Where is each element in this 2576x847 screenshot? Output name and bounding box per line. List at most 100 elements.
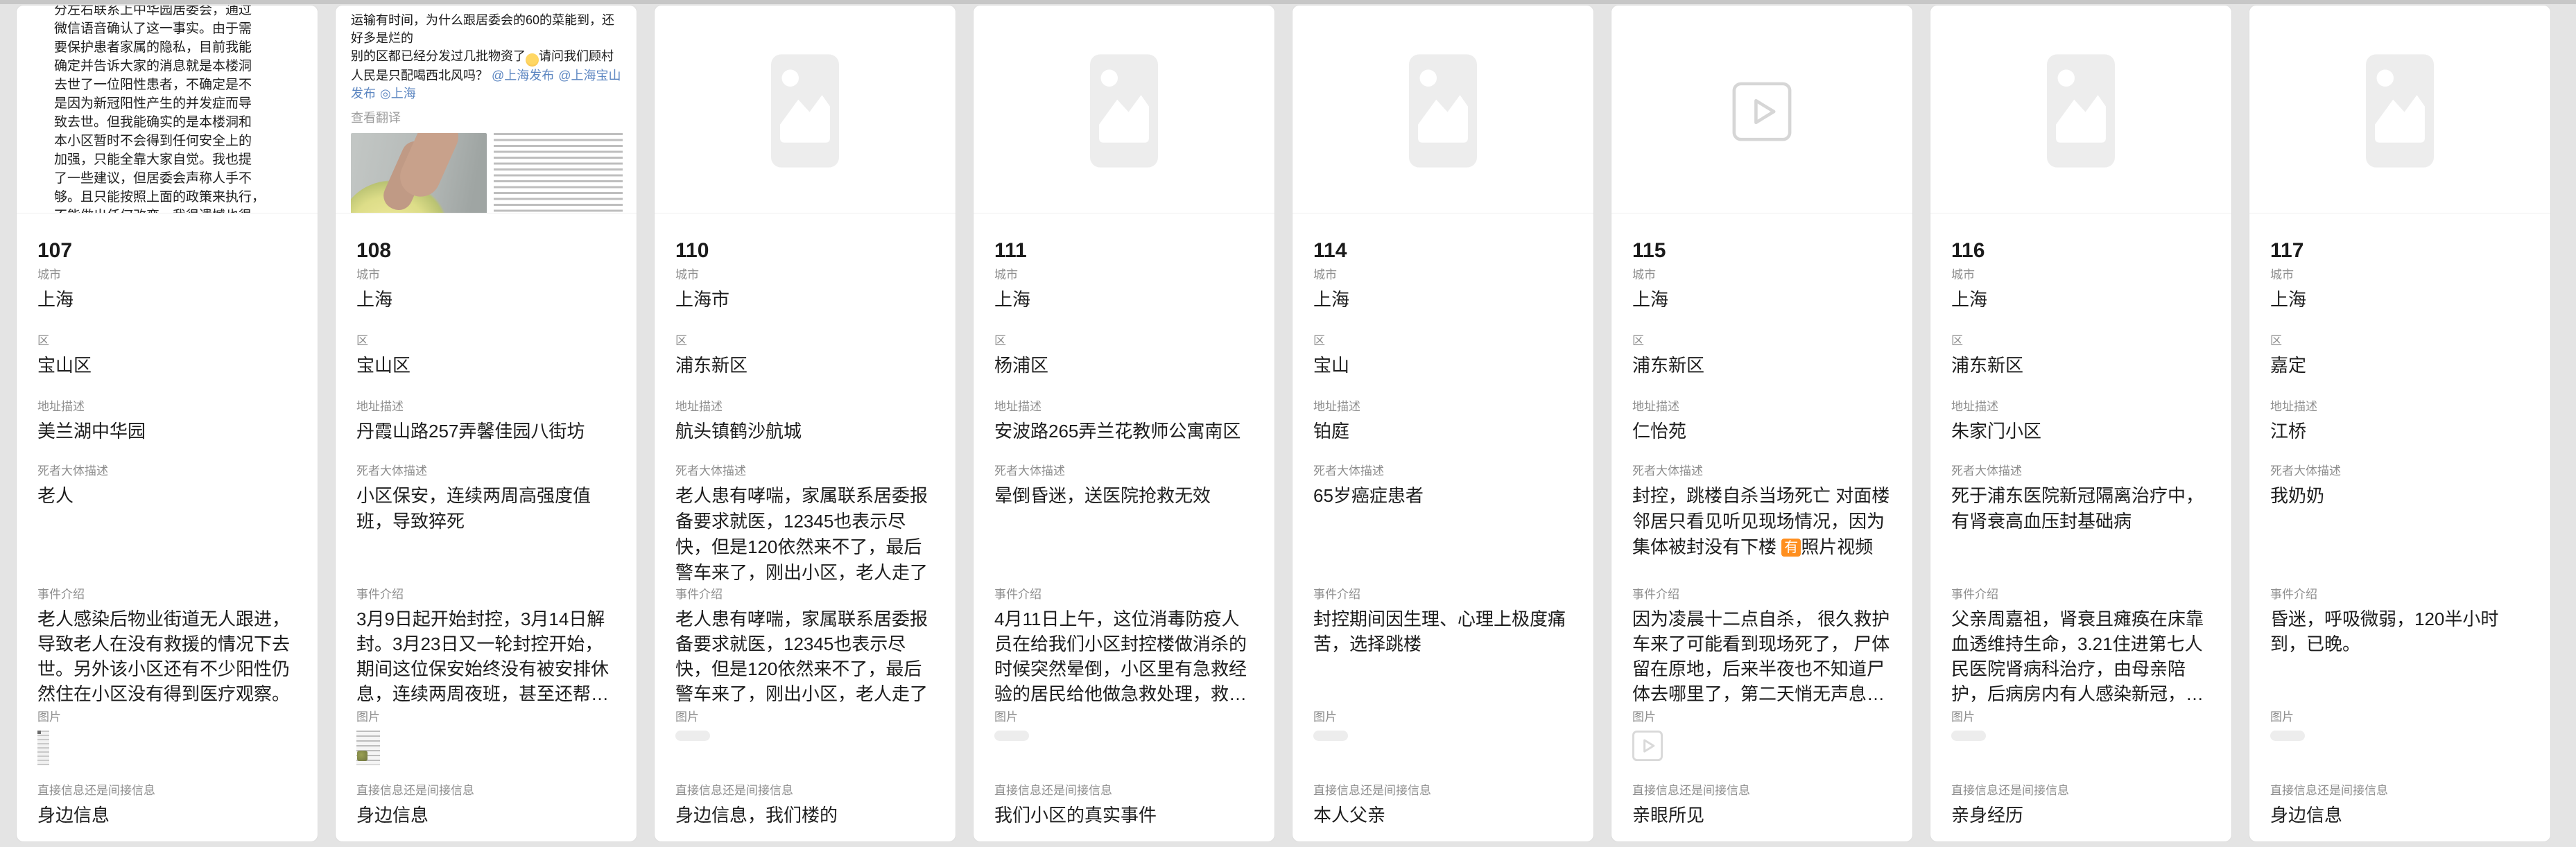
field-label-event: 事件介绍 [675,587,935,602]
crying-emoji-icon: 😭 [526,53,539,67]
empty-attachment-pill-icon [675,731,710,741]
field-label-direct: 直接信息还是间接信息 [356,783,616,798]
field-event-intro: 事件介绍 老人感染后物业街道无人跟进，导致老人在没有救援的情况下去世。另外该小区… [37,587,297,710]
field-district: 区 浦东新区 [1632,333,1892,399]
field-city: 城市 上海 [994,268,1254,333]
record-card[interactable]: 运输有时间，为什么跟居委会的60的菜能到，还好多是烂的 别的区都已经分发过几批物… [336,6,637,841]
field-direct-or-indirect: 直接信息还是间接信息 身边信息 [37,783,297,841]
record-card[interactable]: 111 城市 上海 区 杨浦区 地址描述 安波路265弄兰花教师公寓南区 死者大… [974,6,1274,841]
image-attachment-thumbnail[interactable] [1632,731,1892,761]
field-label-victim: 死者大体描述 [994,464,1254,479]
field-value-address: 仁怡苑 [1632,419,1892,444]
record-card[interactable]: 117 城市 上海 区 嘉定 地址描述 江桥 死者大体描述 我奶奶 事件介绍 昏… [2249,6,2550,841]
field-label-image: 图片 [37,710,297,725]
image-attachment-thumbnail[interactable] [1951,731,2211,741]
field-label-address: 地址描述 [994,399,1254,414]
field-value-address: 安波路265弄兰花教师公寓南区 [994,419,1254,444]
field-city: 城市 上海市 [675,268,935,333]
video-placeholder-icon [1731,82,1792,141]
field-city: 城市 上海 [2270,268,2530,333]
victim-text: 小区保安，连续两周高强度值班，导致猝死 [356,485,591,532]
field-label-direct: 直接信息还是间接信息 [37,783,297,798]
card-media-preview[interactable] [1293,6,1593,213]
location-link-shanghai[interactable]: ◎上海 [380,87,416,101]
field-image: 图片 [356,710,616,783]
field-district: 区 嘉定 [2270,333,2530,399]
field-value-direct: 身边信息 [37,803,297,828]
card-media-preview[interactable] [1930,6,2231,213]
field-value-direct: 我们小区的真实事件 [994,803,1254,828]
field-label-event: 事件介绍 [37,587,297,602]
victim-text: 晕倒昏迷，送医院抢救无效 [994,485,1211,506]
mention-link-shanghai-fabu[interactable]: @上海发布 [492,69,554,82]
field-image: 图片 [994,710,1254,783]
empty-attachment-pill-icon [1313,731,1348,741]
field-value-event: 父亲周嘉祖，肾衰且瘫痪在床靠血透维持生命，3.21住进第七人民医院肾病科治疗，由… [1951,606,2211,706]
field-value-address: 朱家门小区 [1951,419,2211,444]
field-label-city: 城市 [356,268,616,283]
card-media-preview[interactable] [1611,6,1912,213]
image-placeholder-icon [2366,54,2434,168]
field-value-city: 上海 [1632,287,1892,313]
field-direct-or-indirect: 直接信息还是间接信息 亲身经历 [1951,783,2211,841]
record-id: 111 [994,213,1254,268]
card-media-preview[interactable] [974,6,1274,213]
field-label-city: 城市 [1951,268,2211,283]
card-fields: 108 城市 上海 区 宝山区 地址描述 丹霞山路257弄馨佳园八街坊 死者大体… [336,213,637,841]
field-label-city: 城市 [2270,268,2530,283]
field-label-image: 图片 [1632,710,1892,725]
field-value-district: 浦东新区 [1632,353,1892,378]
field-direct-or-indirect: 直接信息还是间接信息 身边信息 [356,783,616,841]
see-translation-link[interactable]: 查看翻译 [351,108,623,126]
field-image: 图片 [37,710,297,783]
field-city: 城市 上海 [356,268,616,333]
record-card[interactable]: 分左右联系上中华园居委会，通过 微信语音确认了这一事实。由于需 要保护患者家属的… [17,6,318,841]
field-label-image: 图片 [675,710,935,725]
field-value-direct: 亲身经历 [1951,803,2211,828]
field-value-district: 嘉定 [2270,353,2530,378]
image-placeholder-icon [771,54,839,168]
card-media-preview[interactable]: 运输有时间，为什么跟居委会的60的菜能到，还好多是烂的 别的区都已经分发过几批物… [336,6,637,213]
victim-text: 老人患有哮喘，家属联系居委报备要求就医，12345也表示尽快，但是120依然来不… [675,485,928,583]
field-label-address: 地址描述 [1313,399,1573,414]
record-card[interactable]: 114 城市 上海 区 宝山 地址描述 铂庭 死者大体描述 65岁癌症患者 事件… [1293,6,1593,841]
field-label-direct: 直接信息还是间接信息 [2270,783,2530,798]
card-fields: 117 城市 上海 区 嘉定 地址描述 江桥 死者大体描述 我奶奶 事件介绍 昏… [2249,213,2550,841]
field-value-address: 铂庭 [1313,419,1573,444]
have-badge-icon: 有 [1781,539,1801,557]
card-media-preview[interactable] [655,6,956,213]
image-attachment-thumbnail[interactable] [37,731,297,765]
field-label-event: 事件介绍 [994,587,1254,602]
field-value-direct: 亲眼所见 [1632,803,1892,828]
card-gallery: 分左右联系上中华园居委会，通过 微信语音确认了这一事实。由于需 要保护患者家属的… [0,6,2576,841]
record-id: 115 [1632,213,1892,268]
record-card[interactable]: 116 城市 上海 区 浦东新区 地址描述 朱家门小区 死者大体描述 死于浦东医… [1930,6,2231,841]
field-label-direct: 直接信息还是间接信息 [1313,783,1573,798]
card-media-preview[interactable] [2249,6,2550,213]
field-value-district: 杨浦区 [994,353,1254,378]
field-label-victim: 死者大体描述 [1951,464,2211,479]
field-value-district: 浦东新区 [1951,353,2211,378]
image-attachment-thumbnail[interactable] [994,731,1254,741]
field-label-event: 事件介绍 [1632,587,1892,602]
field-image: 图片 [2270,710,2530,783]
field-label-city: 城市 [1632,268,1892,283]
field-city: 城市 上海 [1632,268,1892,333]
image-attachment-thumbnail[interactable] [356,731,616,765]
image-attachment-thumbnail[interactable] [2270,731,2530,741]
field-label-district: 区 [356,333,616,349]
record-card[interactable]: 115 城市 上海 区 浦东新区 地址描述 仁怡苑 死者大体描述 封控，跳楼自杀… [1611,6,1912,841]
card-media-preview[interactable]: 分左右联系上中华园居委会，通过 微信语音确认了这一事实。由于需 要保护患者家属的… [17,6,318,213]
field-address: 地址描述 朱家门小区 [1951,399,2211,464]
record-id: 110 [675,213,935,268]
field-label-address: 地址描述 [37,399,297,414]
record-card[interactable]: 110 城市 上海市 区 浦东新区 地址描述 航头镇鹤沙航城 死者大体描述 老人… [655,6,956,841]
image-attachment-thumbnail[interactable] [1313,731,1573,741]
field-label-direct: 直接信息还是间接信息 [1632,783,1892,798]
field-label-image: 图片 [2270,710,2530,725]
field-value-city: 上海 [2270,287,2530,313]
field-label-district: 区 [2270,333,2530,349]
field-value-victim: 我奶奶 [2270,483,2530,509]
image-attachment-thumbnail[interactable] [675,731,935,741]
field-value-city: 上海 [994,287,1254,313]
